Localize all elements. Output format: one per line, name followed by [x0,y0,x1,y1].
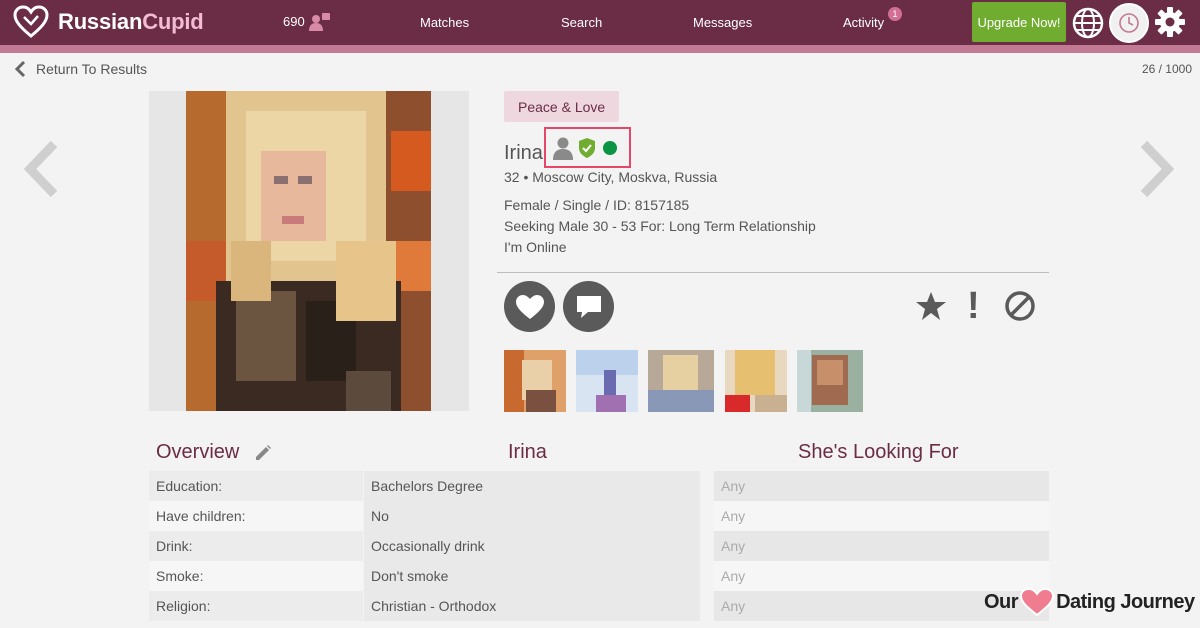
brand-name: RussianCupid [58,9,204,35]
photo-thumbnail[interactable] [797,350,863,412]
clock-icon [1119,13,1139,33]
table-row: Have children: No Any [149,501,1049,531]
like-button[interactable] [504,281,555,332]
profile-divider [497,272,1049,273]
message-bubble-icon [576,295,601,318]
next-profile-arrow-icon[interactable] [1138,140,1176,198]
brand-name-part2: Cupid [142,9,204,34]
pencil-edit-icon[interactable] [254,444,272,462]
send-message-button[interactable] [563,281,614,332]
watermark-text-part1: Our [984,590,1019,613]
main-photo-frame [149,91,469,411]
row-label: Drink: [149,531,363,561]
nav-search[interactable]: Search [561,15,602,30]
row-label: Education: [149,471,363,501]
verified-shield-icon [579,137,595,158]
heart-logo-icon [13,5,49,38]
pixelated-photo-image [186,91,431,411]
row-value: Bachelors Degree [364,471,700,501]
nav-messages[interactable]: Messages [693,15,752,30]
profile-gender-status-id: Female / Single / ID: 8157185 [504,197,690,213]
activity-notification-badge: 1 [888,7,902,21]
photo-verified-user-icon [553,137,573,160]
row-label: Religion: [149,591,363,621]
row-preference: Any [714,561,1049,591]
header-accent-strip [0,45,1200,53]
looking-for-column-title: She's Looking For [798,441,959,463]
brand-name-part1: Russian [58,9,143,34]
previous-profile-arrow-icon[interactable] [22,140,60,198]
profile-tagline: Peace & Love [504,91,620,122]
row-preference: Any [714,501,1049,531]
profile-seeking: Seeking Male 30 - 53 For: Long Term Rela… [504,218,816,234]
thumbnail-image-5 [797,350,863,412]
thumbnail-image-4 [725,350,787,412]
upgrade-button[interactable]: Upgrade Now! [972,2,1066,42]
member-column-title: Irina [508,441,547,463]
thumbnail-image-1 [504,350,566,412]
heart-icon [515,294,544,319]
gear-icon[interactable] [1154,6,1186,38]
main-profile-photo[interactable] [186,91,431,411]
profile-online-status: I'm Online [504,239,567,255]
row-label: Have children: [149,501,363,531]
nav-activity[interactable]: Activity [843,15,884,30]
recent-activity-button[interactable] [1109,3,1149,43]
thumbnail-image-3 [648,350,714,412]
row-value: Don't smoke [364,561,700,591]
photo-thumbnail[interactable] [648,350,714,412]
status-badges-highlight [544,127,631,168]
chevron-left-icon [14,60,26,78]
favorite-star-icon[interactable] [915,291,947,321]
overview-title: Overview [156,441,240,463]
table-row: Drink: Occasionally drink Any [149,531,1049,561]
watermark-heart-icon [1020,588,1055,616]
result-position-counter: 26 / 1000 [1141,62,1192,76]
table-row: Religion: Christian - Orthodox Any [149,591,1049,621]
thumbnail-image-2 [576,350,638,412]
watermark-logo: Our Dating Journey [984,588,1195,616]
viewed-me-icon [308,13,330,31]
photo-thumbnail[interactable] [504,350,566,412]
nav-matches[interactable]: Matches [420,15,469,30]
profile-views-counter[interactable]: 690 [283,11,331,31]
online-status-dot [603,140,617,155]
watermark-text-part2: Dating Journey [1056,590,1195,613]
photo-thumbnail[interactable] [576,350,638,412]
return-label: Return To Results [36,61,148,77]
row-value: No [364,501,700,531]
return-to-results-link[interactable]: Return To Results [14,60,147,78]
report-icon[interactable]: ! [967,287,980,325]
row-preference: Any [714,531,1049,561]
site-logo[interactable]: RussianCupid [12,5,204,39]
block-icon[interactable] [1004,290,1036,322]
row-value: Occasionally drink [364,531,700,561]
views-count: 690 [283,13,305,29]
profile-name: Irina [504,142,543,164]
globe-icon[interactable] [1072,7,1104,39]
row-label: Smoke: [149,561,363,591]
profile-age-location: 32 • Moscow City, Moskva, Russia [504,169,718,185]
table-row: Education: Bachelors Degree Any [149,471,1049,501]
photo-thumbnail[interactable] [725,350,787,412]
table-row: Smoke: Don't smoke Any [149,561,1049,591]
row-preference: Any [714,471,1049,501]
row-value: Christian - Orthodox [364,591,700,621]
